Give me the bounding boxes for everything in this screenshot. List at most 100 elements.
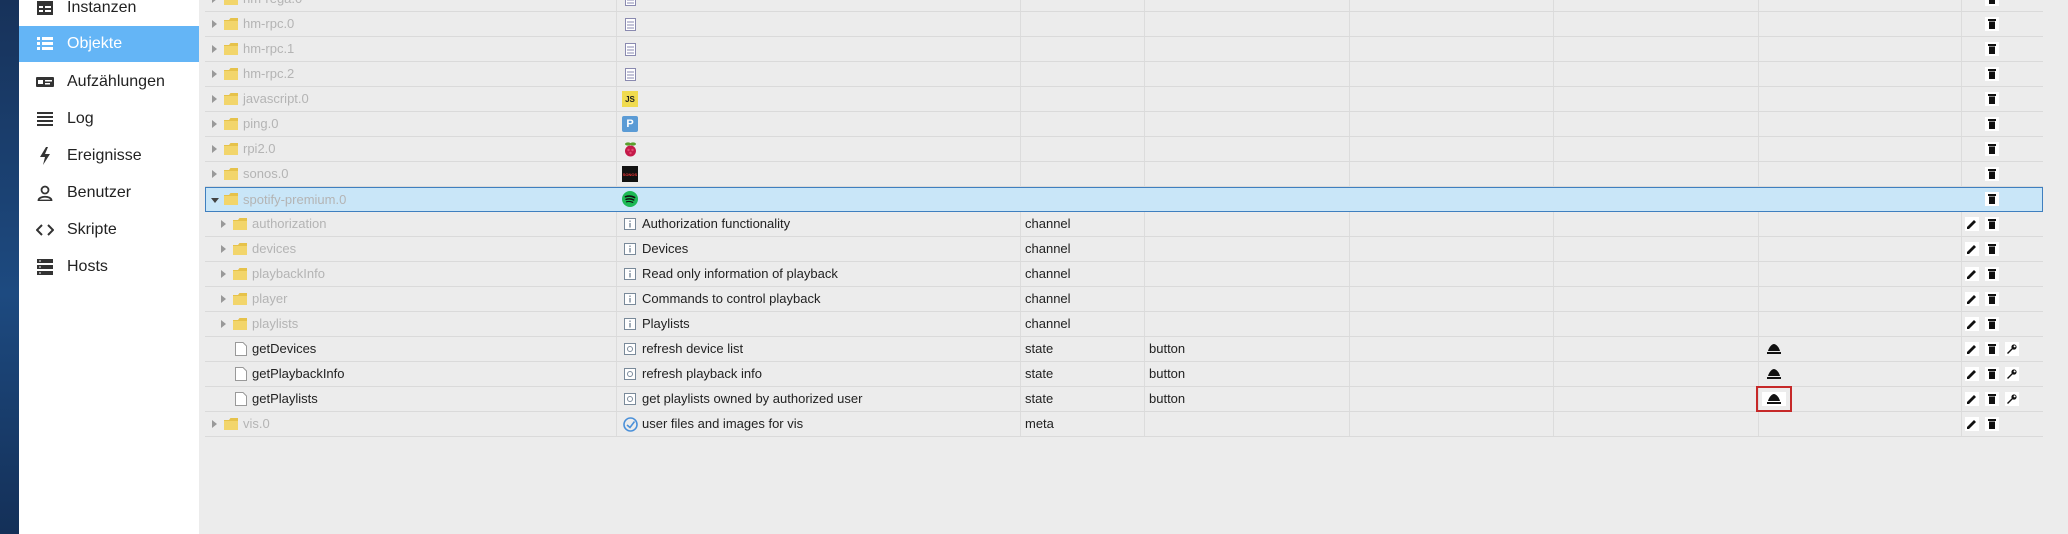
expand-icon[interactable] [212, 120, 217, 128]
sidebar-item-aufzaehlungen[interactable]: Aufzählungen [19, 64, 199, 100]
expand-icon[interactable] [212, 45, 217, 53]
trash-icon [1988, 194, 1996, 204]
table-row[interactable]: playbackInfo Read only information of pl… [205, 262, 2043, 287]
delete-button[interactable] [1985, 17, 1999, 31]
sidebar-item-hosts[interactable]: Hosts [19, 249, 199, 285]
info-icon [622, 241, 638, 257]
table-row[interactable]: ping.0 P [205, 112, 2043, 137]
delete-button[interactable] [1985, 217, 1999, 231]
sidebar: Instanzen Objekte Aufzählungen Log Ereig… [19, 0, 199, 534]
sidebar-item-benutzer[interactable]: Benutzer [19, 175, 199, 211]
eject-icon [1767, 369, 1781, 379]
edit-button[interactable] [1965, 317, 1979, 331]
delete-button[interactable] [1985, 192, 1999, 206]
lightning-icon [36, 147, 54, 165]
edit-button[interactable] [1965, 242, 1979, 256]
info-icon [622, 266, 638, 282]
folder-icon [224, 143, 238, 155]
delete-button[interactable] [1985, 0, 1999, 6]
expand-icon[interactable] [212, 20, 217, 28]
object-name: javascript.0 [243, 91, 309, 106]
delete-button[interactable] [1985, 342, 1999, 356]
table-row[interactable]: sonos.0 SONOS [205, 162, 2043, 187]
table-row[interactable]: hm-rega.0 [205, 0, 2043, 12]
delete-button[interactable] [1985, 267, 1999, 281]
expand-icon[interactable] [221, 270, 226, 278]
table-row[interactable]: vis.0 user files and images for vis meta [205, 412, 2043, 437]
table-row[interactable]: getDevices refresh device list state but… [205, 337, 2043, 362]
push-button-highlighted[interactable] [1756, 386, 1792, 412]
delete-button[interactable] [1985, 42, 1999, 56]
trash-icon [1988, 169, 1996, 179]
delete-button[interactable] [1985, 142, 1999, 156]
delete-button[interactable] [1985, 292, 1999, 306]
settings-button[interactable] [2005, 392, 2019, 406]
delete-button[interactable] [1985, 67, 1999, 81]
delete-button[interactable] [1985, 367, 1999, 381]
edit-button[interactable] [1965, 342, 1979, 356]
table-row[interactable]: hm-rpc.0 [205, 12, 2043, 37]
empty-area [199, 438, 2068, 534]
delete-button[interactable] [1985, 417, 1999, 431]
edit-button[interactable] [1965, 367, 1979, 381]
trash-icon [1988, 219, 1996, 229]
table-row[interactable]: hm-rpc.1 [205, 37, 2043, 62]
table-row[interactable]: getPlaylists get playlists owned by auth… [205, 386, 2043, 412]
edit-button[interactable] [1965, 267, 1979, 281]
push-button[interactable] [1762, 342, 1786, 356]
folder-icon [224, 68, 238, 80]
expand-icon[interactable] [221, 295, 226, 303]
delete-button[interactable] [1985, 92, 1999, 106]
raspberry-pi-icon [622, 141, 638, 157]
desktop-background [0, 0, 19, 534]
edit-button[interactable] [1965, 217, 1979, 231]
sidebar-item-instanzen[interactable]: Instanzen [19, 0, 199, 26]
table-row[interactable]: getPlaybackInfo refresh playback info st… [205, 362, 2043, 387]
sidebar-item-skripte[interactable]: Skripte [19, 212, 199, 248]
object-type: state [1025, 391, 1054, 406]
table-row[interactable]: devices Devices channel [205, 237, 2043, 262]
expand-icon[interactable] [212, 70, 217, 78]
expand-icon[interactable] [221, 220, 226, 228]
expand-icon[interactable] [212, 0, 217, 3]
trash-icon [1988, 294, 1996, 304]
table-row-selected[interactable]: spotify-premium.0 [205, 187, 2043, 212]
trash-icon [1988, 19, 1996, 29]
expand-icon[interactable] [221, 245, 226, 253]
delete-button[interactable] [1985, 167, 1999, 181]
settings-button[interactable] [2005, 342, 2019, 356]
sidebar-item-ereignisse[interactable]: Ereignisse [19, 138, 199, 174]
table-row[interactable]: authorization Authorization functionalit… [205, 212, 2043, 237]
delete-button[interactable] [1985, 392, 1999, 406]
delete-button[interactable] [1985, 242, 1999, 256]
object-type: channel [1025, 241, 1071, 256]
expand-icon[interactable] [212, 420, 217, 428]
edit-button[interactable] [1965, 417, 1979, 431]
object-description: Read only information of playback [642, 266, 838, 281]
table-row[interactable]: player Commands to control playback chan… [205, 287, 2043, 312]
edit-button[interactable] [1965, 292, 1979, 306]
sidebar-item-objekte[interactable]: Objekte [19, 26, 199, 62]
object-name: hm-rega.0 [243, 0, 302, 11]
objects-table: hm-rega.0 hm-rpc.0 hm-rpc.1 hm-rpc.2 [205, 0, 2043, 437]
sidebar-item-log[interactable]: Log [19, 101, 199, 137]
expand-icon[interactable] [221, 320, 226, 328]
expand-icon[interactable] [212, 95, 217, 103]
table-row[interactable]: javascript.0 JS [205, 87, 2043, 112]
table-row[interactable]: hm-rpc.2 [205, 62, 2043, 87]
delete-button[interactable] [1985, 117, 1999, 131]
expand-icon[interactable] [212, 170, 217, 178]
object-description: Devices [642, 241, 689, 256]
file-icon [235, 367, 247, 381]
settings-button[interactable] [2005, 367, 2019, 381]
delete-button[interactable] [1985, 317, 1999, 331]
info-icon [622, 216, 638, 232]
table-row[interactable]: playlists Playlists channel [205, 312, 2043, 337]
edit-button[interactable] [1965, 392, 1979, 406]
collapse-icon[interactable] [211, 198, 219, 203]
object-name: spotify-premium.0 [243, 192, 347, 207]
expand-icon[interactable] [212, 145, 217, 153]
table-row[interactable]: rpi2.0 [205, 137, 2043, 162]
folder-icon [224, 418, 238, 430]
push-button[interactable] [1762, 367, 1786, 381]
